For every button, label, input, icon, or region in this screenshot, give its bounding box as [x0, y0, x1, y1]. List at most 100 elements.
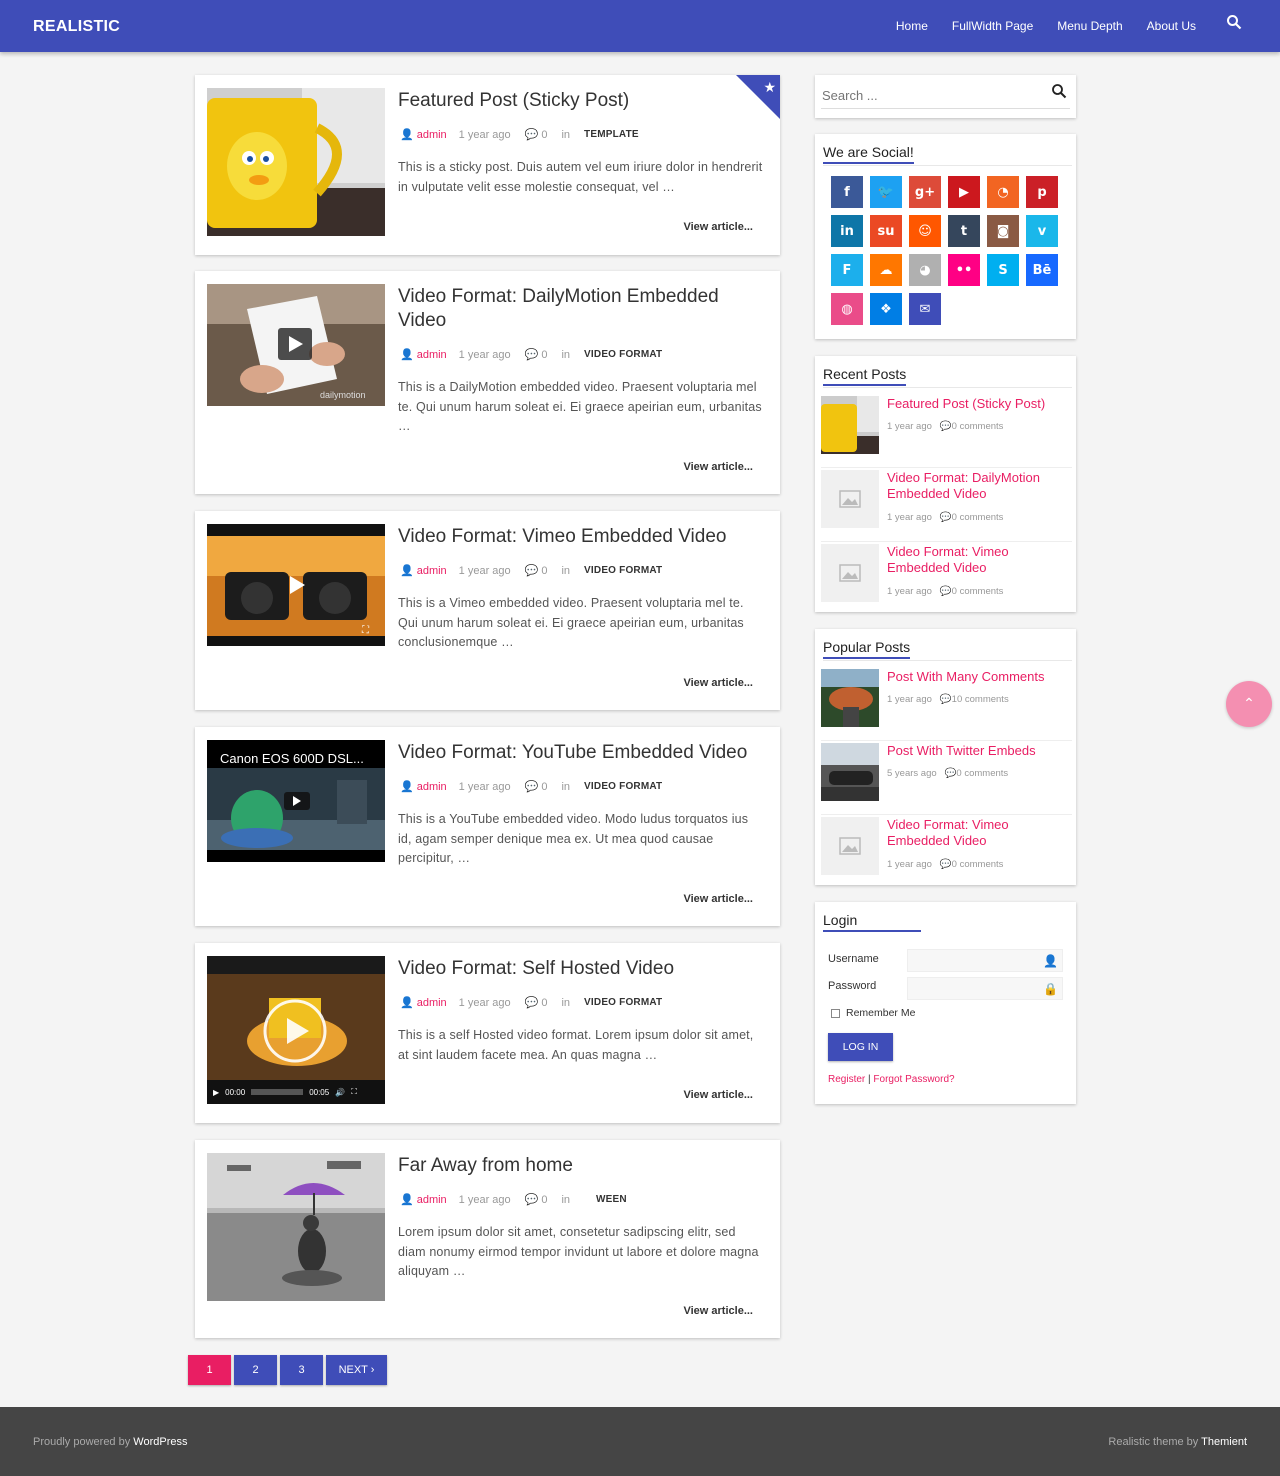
post-title[interactable]: Featured Post (Sticky Post): [398, 89, 758, 113]
play-icon[interactable]: ▶: [213, 1088, 219, 1097]
dropbox-icon[interactable]: ❖: [870, 293, 902, 325]
comment-count[interactable]: 0: [541, 1194, 547, 1206]
view-article-link[interactable]: View article...: [683, 677, 753, 689]
themient-link[interactable]: Themient: [1201, 1436, 1247, 1448]
page-2-button[interactable]: 2: [234, 1355, 277, 1385]
post-title[interactable]: Video Format: Vimeo Embedded Video: [398, 525, 758, 549]
volume-icon[interactable]: 🔊: [335, 1088, 345, 1097]
post-title[interactable]: Video Format: DailyMotion Embedded Video: [398, 285, 758, 333]
site-brand[interactable]: REALISTIC: [33, 18, 120, 36]
recent-post-thumbnail[interactable]: [821, 396, 879, 454]
post-title[interactable]: Video Format: YouTube Embedded Video: [398, 741, 758, 765]
remember-me[interactable]: Remember Me: [831, 1007, 915, 1019]
username-field[interactable]: 👤: [907, 949, 1063, 972]
rss-icon[interactable]: ◔: [987, 176, 1019, 208]
email-icon[interactable]: ✉: [909, 293, 941, 325]
nav-home[interactable]: Home: [896, 19, 928, 33]
recent-post-item[interactable]: Video Format: DailyMotion Embedded Video…: [821, 468, 1072, 542]
page-1-button[interactable]: 1: [188, 1355, 231, 1385]
popular-post-title[interactable]: Video Format: Vimeo Embedded Video: [887, 817, 1067, 849]
post-thumbnail[interactable]: [207, 1153, 385, 1301]
comment-count[interactable]: 0: [541, 349, 547, 361]
popular-post-thumbnail[interactable]: [821, 743, 879, 801]
reddit-icon[interactable]: ☺: [909, 215, 941, 247]
instagram-icon[interactable]: ◙: [987, 215, 1019, 247]
post-category[interactable]: VIDEO FORMAT: [584, 349, 662, 360]
comment-count[interactable]: 0: [541, 781, 547, 793]
post-title[interactable]: Far Away from home: [398, 1154, 758, 1178]
view-article-link[interactable]: View article...: [683, 1305, 753, 1317]
post-thumbnail[interactable]: ⛶: [207, 524, 385, 646]
fullscreen-icon[interactable]: ⛶: [361, 625, 370, 636]
recent-post-title[interactable]: Featured Post (Sticky Post): [887, 396, 1067, 412]
back-to-top-button[interactable]: ⌃: [1226, 681, 1272, 727]
linkedin-icon[interactable]: in: [831, 215, 863, 247]
password-field[interactable]: 🔒: [907, 977, 1063, 1000]
pinterest-icon[interactable]: p: [1026, 176, 1058, 208]
vimeo-icon[interactable]: v: [1026, 215, 1058, 247]
post-category[interactable]: VIDEO FORMAT: [584, 565, 662, 576]
comment-count[interactable]: 0: [541, 997, 547, 1009]
popular-post-item[interactable]: Video Format: Vimeo Embedded Video 1 yea…: [821, 815, 1072, 889]
remember-me-checkbox[interactable]: [831, 1008, 840, 1018]
facebook-icon[interactable]: f: [831, 176, 863, 208]
google-plus-icon[interactable]: g+: [909, 176, 941, 208]
popular-post-title[interactable]: Post With Twitter Embeds: [887, 743, 1067, 759]
post-author[interactable]: admin: [417, 129, 447, 141]
recent-post-item[interactable]: Video Format: Vimeo Embedded Video 1 yea…: [821, 542, 1072, 616]
post-author[interactable]: admin: [417, 997, 447, 1009]
popular-post-item[interactable]: Post With Many Comments 1 year ago 💬10 c…: [821, 667, 1072, 741]
foursquare-icon[interactable]: F: [831, 254, 863, 286]
dribbble-icon[interactable]: ◍: [831, 293, 863, 325]
tumblr-icon[interactable]: t: [948, 215, 980, 247]
post-thumbnail[interactable]: [207, 88, 385, 236]
comment-count[interactable]: 0: [541, 129, 547, 141]
comment-count[interactable]: 0: [541, 565, 547, 577]
view-article-link[interactable]: View article...: [683, 893, 753, 905]
popular-post-thumbnail[interactable]: [821, 669, 879, 727]
post-category[interactable]: VIDEO FORMAT: [584, 781, 662, 792]
view-article-link[interactable]: View article...: [683, 1089, 753, 1101]
forgot-password-link[interactable]: Forgot Password?: [873, 1074, 954, 1085]
next-page-button[interactable]: NEXT ›: [326, 1355, 387, 1385]
image-placeholder-icon[interactable]: [821, 470, 879, 528]
popular-post-item[interactable]: Post With Twitter Embeds 5 years ago 💬0 …: [821, 741, 1072, 815]
popular-post-title[interactable]: Post With Many Comments: [887, 669, 1067, 685]
post-category[interactable]: VIDEO FORMAT: [584, 997, 662, 1008]
login-button[interactable]: LOG IN: [828, 1033, 893, 1061]
nav-fullwidth-page[interactable]: FullWidth Page: [952, 19, 1033, 33]
post-category[interactable]: TEMPLATE: [584, 129, 639, 140]
recent-post-title[interactable]: Video Format: Vimeo Embedded Video: [887, 544, 1067, 576]
view-article-link[interactable]: View article...: [683, 461, 753, 473]
post-author[interactable]: admin: [417, 349, 447, 361]
video-player[interactable]: ▶ 00:00 00:05 🔊 ⛶: [207, 956, 385, 1104]
search-icon[interactable]: [1051, 83, 1067, 99]
post-thumbnail[interactable]: dailymotion: [207, 284, 385, 406]
register-link[interactable]: Register: [828, 1074, 865, 1085]
stumbleupon-icon[interactable]: su: [870, 215, 902, 247]
image-placeholder-icon[interactable]: [821, 817, 879, 875]
image-placeholder-icon[interactable]: [821, 544, 879, 602]
nav-about-us[interactable]: About Us: [1147, 19, 1196, 33]
soundcloud-icon[interactable]: ☁: [870, 254, 902, 286]
behance-icon[interactable]: Bē: [1026, 254, 1058, 286]
wordpress-link[interactable]: WordPress: [133, 1436, 187, 1448]
recent-post-item[interactable]: Featured Post (Sticky Post) 1 year ago 💬…: [821, 394, 1072, 468]
flickr-icon[interactable]: ••: [948, 254, 980, 286]
post-author[interactable]: admin: [417, 565, 447, 577]
nav-menu-depth[interactable]: Menu Depth: [1057, 19, 1122, 33]
post-thumbnail[interactable]: Canon EOS 600D DSL...: [207, 740, 385, 862]
recent-post-title[interactable]: Video Format: DailyMotion Embedded Video: [887, 470, 1067, 502]
post-category[interactable]: WEEN: [596, 1194, 627, 1205]
sidebar-search-input[interactable]: [821, 83, 1070, 109]
post-author[interactable]: admin: [417, 781, 447, 793]
progress-bar[interactable]: [251, 1089, 304, 1095]
view-article-link[interactable]: View article...: [683, 221, 753, 233]
skype-icon[interactable]: S: [987, 254, 1019, 286]
github-icon[interactable]: ◕: [909, 254, 941, 286]
search-icon[interactable]: [1226, 14, 1242, 30]
youtube-icon[interactable]: ▶: [948, 176, 980, 208]
post-title[interactable]: Video Format: Self Hosted Video: [398, 957, 758, 981]
twitter-icon[interactable]: 🐦: [870, 176, 902, 208]
post-author[interactable]: admin: [417, 1194, 447, 1206]
